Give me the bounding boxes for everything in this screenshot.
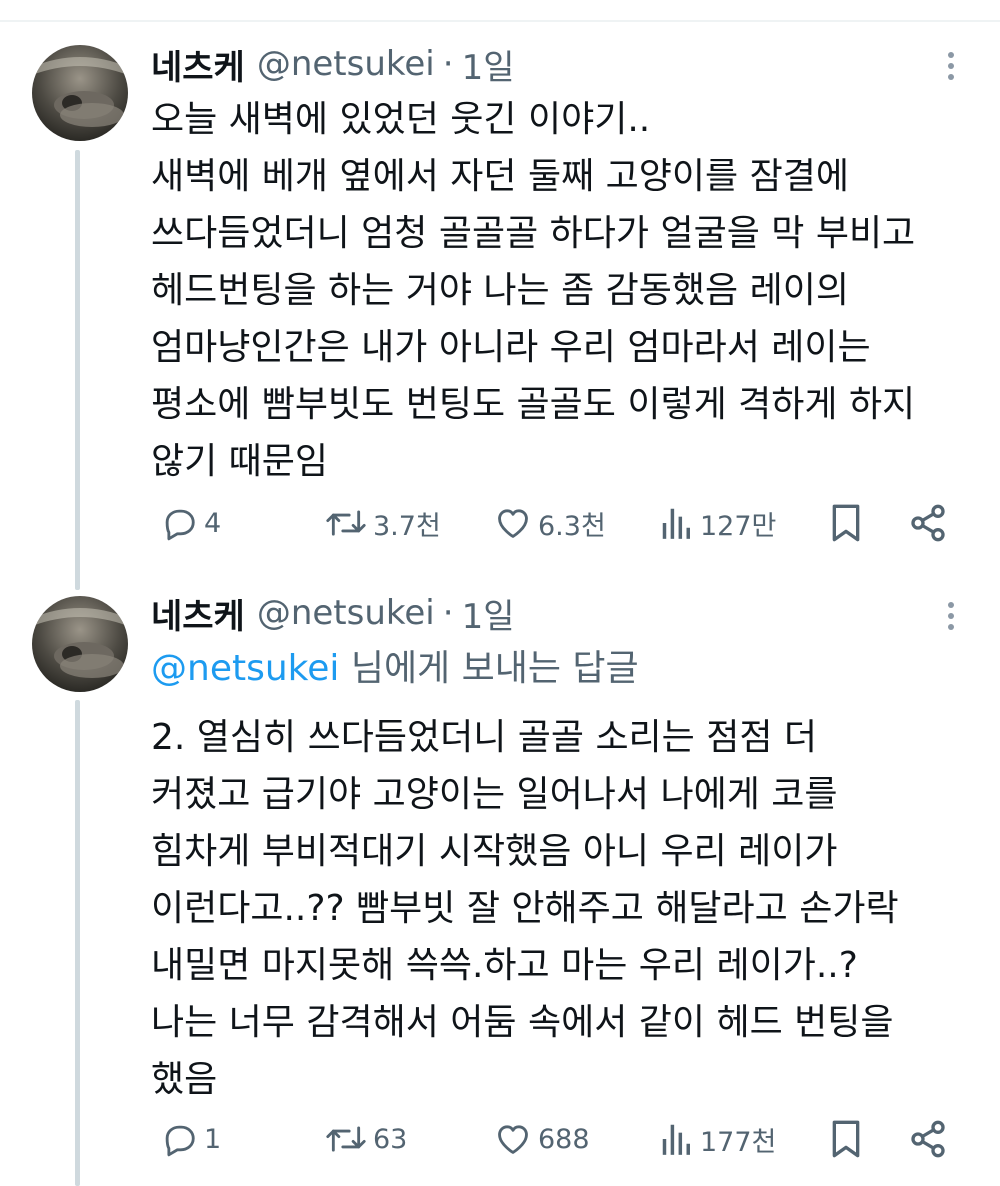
share-button[interactable] [908,498,948,548]
views-button[interactable]: 127만 [660,498,776,548]
bookmark-icon [832,504,860,542]
like-count: 6.3천 [538,510,606,542]
more-icon-dot [948,613,954,619]
reply-count: 1 [204,1123,222,1155]
more-button[interactable] [936,596,966,636]
tweet-text: 2. 열심히 쓰다듬었더니 골골 소리는 점점 더 커졌고 급기야 고양이는 일… [151,717,899,1100]
more-icon-dot [948,624,954,630]
share-icon [911,1120,945,1158]
views-count: 127만 [700,510,777,542]
heart-icon [498,1125,528,1154]
reply-mention-link[interactable]: @netsukei [151,648,339,689]
reply-icon [165,509,195,541]
replying-to: @netsukei 님에게 보내는 답글 [151,644,639,694]
bookmark-button[interactable] [829,1114,863,1164]
separator-dot: · [442,44,454,84]
avatar[interactable] [32,596,128,692]
tweet-actions: 1 63 688 177천 [0,1114,1000,1164]
more-icon [948,52,954,58]
replying-to-label: 님에게 보내는 답글 [339,648,639,689]
user-handle[interactable]: @netsukei [257,44,435,84]
views-icon [662,508,690,539]
tweet-header: 네츠케 @netsukei · 1일 [151,588,514,638]
like-button[interactable]: 688 [494,1114,590,1164]
retweet-button[interactable]: 63 [325,1114,407,1164]
like-button[interactable]: 6.3천 [494,498,606,548]
share-icon [911,504,945,542]
like-count: 688 [538,1123,590,1155]
more-icon-dot [948,63,954,69]
user-handle[interactable]: @netsukei [257,593,435,633]
reply-count: 4 [204,507,222,539]
reply-button[interactable]: 4 [160,498,221,548]
tweet-header: 네츠케 @netsukei · 1일 [151,39,514,89]
display-name[interactable]: 네츠케 [151,589,245,638]
retweet-icon [326,1126,366,1152]
views-count: 177천 [700,1126,777,1158]
retweet-icon [326,510,366,536]
bookmark-button[interactable] [829,498,863,548]
retweet-count: 3.7천 [373,510,441,542]
retweet-button[interactable]: 3.7천 [325,498,441,548]
views-button[interactable]: 177천 [660,1114,776,1164]
tweet-text: 오늘 새벽에 있었던 웃긴 이야기.. 새벽에 베개 옆에서 자던 둘째 고양이… [151,99,916,482]
display-name[interactable]: 네츠케 [151,40,245,89]
timestamp[interactable]: 1일 [462,589,515,638]
more-icon-dot [948,74,954,80]
more-icon [948,602,954,608]
views-icon [662,1124,690,1155]
top-divider [0,20,1000,22]
share-button[interactable] [908,1114,948,1164]
avatar[interactable] [32,45,128,141]
separator-dot: · [442,593,454,633]
bookmark-icon [832,1120,860,1158]
retweet-count: 63 [373,1123,408,1155]
timestamp[interactable]: 1일 [462,40,515,89]
reply-button[interactable]: 1 [160,1114,221,1164]
tweet-actions: 4 3.7천 6.3천 127만 [0,498,1000,548]
more-button[interactable] [936,46,966,86]
reply-icon [165,1125,195,1157]
heart-icon [498,509,528,538]
